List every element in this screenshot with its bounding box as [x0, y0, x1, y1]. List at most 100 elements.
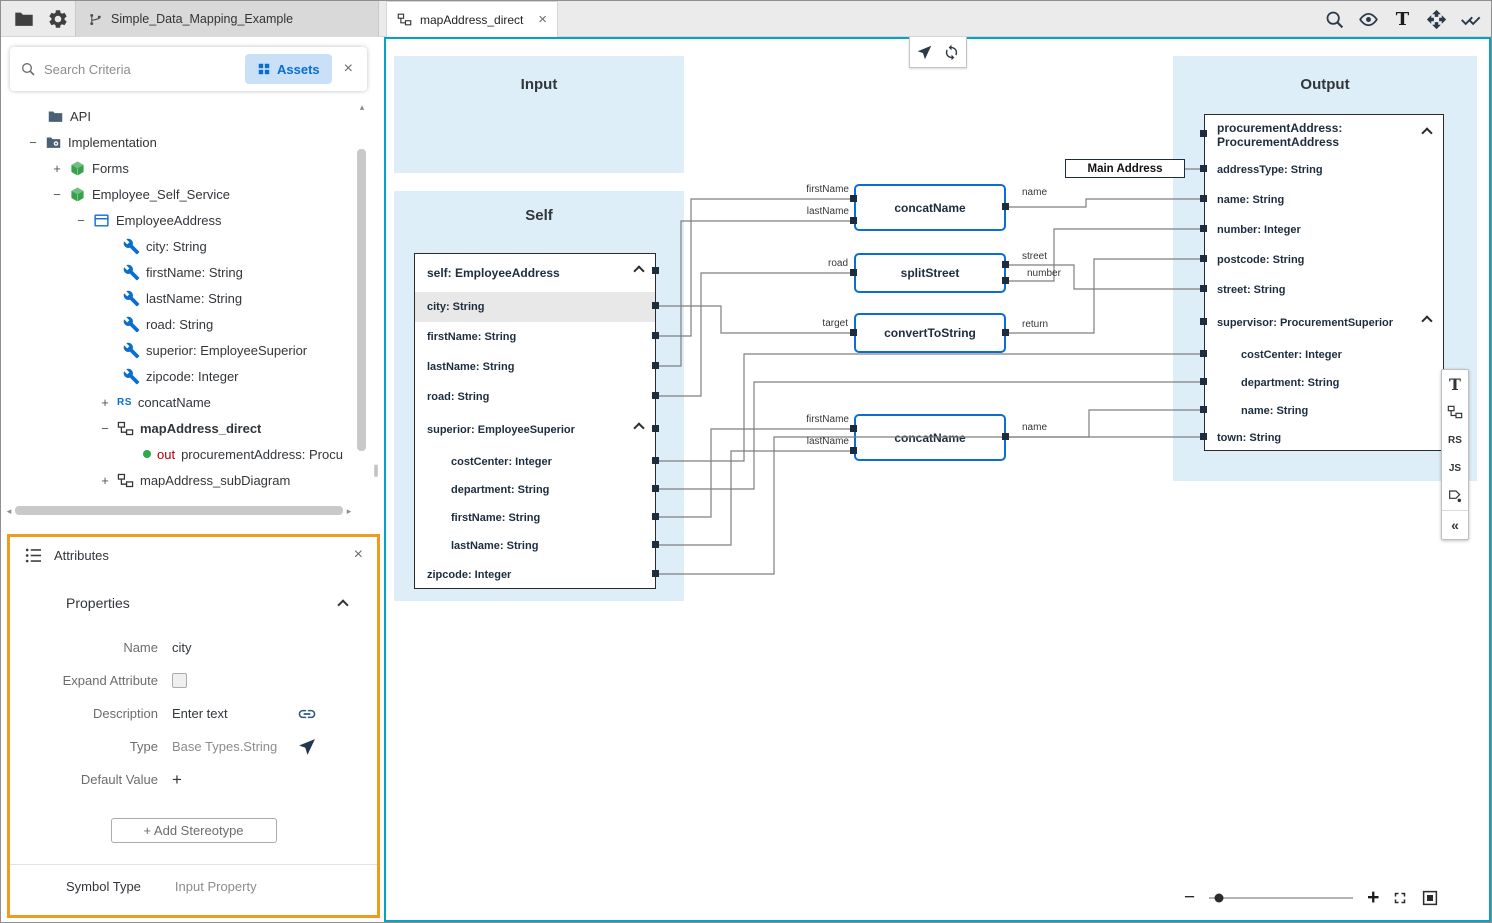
collapse-toggle[interactable]: −	[27, 135, 39, 150]
sidebar-splitter-handle[interactable]: ∥	[373, 463, 379, 477]
navigate-icon[interactable]	[916, 44, 933, 61]
rs-script-tool-icon[interactable]: RS	[1442, 426, 1468, 454]
tree-item-api[interactable]: API	[1, 103, 353, 129]
self-row-road[interactable]: road: String	[415, 382, 655, 412]
self-row-superior-firstname[interactable]: firstName: String	[415, 504, 655, 532]
mapping-canvas[interactable]: Input Self Output self: EmployeeAddress …	[384, 37, 1491, 922]
self-row-department[interactable]: department: String	[415, 476, 655, 504]
chevron-up-icon[interactable]	[633, 422, 644, 433]
output-row-costcenter[interactable]: costCenter: Integer	[1205, 341, 1443, 369]
refresh-sync-icon[interactable]	[943, 44, 960, 61]
tab-close-icon[interactable]: ×	[538, 11, 547, 28]
properties-section-header[interactable]: Properties	[10, 573, 377, 617]
output-row-street[interactable]: street: String	[1205, 275, 1443, 305]
add-default-value-icon[interactable]: +	[172, 770, 182, 790]
function-node-splitstreet[interactable]: splitStreet	[854, 253, 1006, 293]
collapse-toolbar-icon[interactable]: «	[1442, 511, 1468, 539]
output-row-number[interactable]: number: Integer	[1205, 215, 1443, 245]
move-pan-icon[interactable]	[1426, 9, 1447, 30]
scroll-right-icon[interactable]: ▸	[343, 505, 355, 517]
assets-filter-button[interactable]: Assets	[245, 54, 332, 84]
scroll-left-icon[interactable]: ◂	[3, 505, 15, 517]
tree-item-attr-road[interactable]: road: String	[1, 311, 353, 337]
self-employeeaddress-node[interactable]: self: EmployeeAddress city: String first…	[414, 253, 656, 589]
preview-eye-icon[interactable]	[1358, 9, 1379, 30]
self-row-zipcode[interactable]: zipcode: Integer	[415, 560, 655, 590]
output-procurementaddress-node[interactable]: procurementAddress: ProcurementAddress a…	[1204, 114, 1444, 451]
text-tool-icon[interactable]: T	[1392, 9, 1413, 30]
function-node-concatname-2[interactable]: concatName	[854, 414, 1006, 461]
type-value[interactable]: Base Types.String	[172, 739, 277, 754]
project-folder-icon[interactable]	[13, 8, 35, 30]
zoom-out-icon[interactable]: −	[1184, 889, 1195, 907]
output-row-supervisor[interactable]: supervisor: ProcurementSuperior	[1205, 305, 1443, 341]
chevron-up-icon[interactable]	[337, 599, 348, 610]
output-row-town[interactable]: town: String	[1205, 425, 1443, 452]
project-tab[interactable]: Simple_Data_Mapping_Example	[75, 1, 379, 37]
fullscreen-icon[interactable]	[1391, 889, 1409, 907]
clear-search-icon[interactable]: ×	[340, 60, 357, 78]
expand-toggle[interactable]: +	[51, 161, 63, 176]
zoom-slider[interactable]	[1207, 890, 1355, 906]
add-stereotype-button[interactable]: + Add Stereotype	[111, 818, 277, 843]
decision-tool-icon[interactable]	[1442, 482, 1468, 510]
scroll-up-icon[interactable]: ▴	[356, 101, 368, 113]
vertical-scroll-thumb[interactable]	[357, 149, 366, 451]
validate-checks-icon[interactable]	[1460, 9, 1481, 30]
document-tab[interactable]: mapAddress_direct ×	[386, 1, 558, 37]
self-node-header[interactable]: self: EmployeeAddress	[415, 254, 655, 292]
function-node-converttostring[interactable]: convertToString	[854, 313, 1006, 353]
output-row-department[interactable]: department: String	[1205, 369, 1443, 397]
tree-item-mapaddress-subdiagram[interactable]: + mapAddress_subDiagram	[1, 467, 353, 493]
search-input[interactable]	[44, 62, 237, 77]
self-row-superior[interactable]: superior: EmployeeSuperior	[415, 412, 655, 448]
text-tool-icon[interactable]: T	[1442, 370, 1468, 398]
collapse-toggle[interactable]: −	[99, 421, 111, 436]
self-row-superior-lastname[interactable]: lastName: String	[415, 532, 655, 560]
zoom-in-icon[interactable]: +	[1367, 889, 1379, 907]
collapse-toggle[interactable]: −	[75, 213, 87, 228]
link-icon[interactable]	[297, 704, 317, 724]
chevron-up-icon[interactable]	[1421, 127, 1432, 138]
output-row-postcode[interactable]: postcode: String	[1205, 245, 1443, 275]
expand-toggle[interactable]: +	[99, 395, 111, 410]
navigate-to-type-icon[interactable]	[297, 737, 317, 757]
tree-item-attr-firstname[interactable]: firstName: String	[1, 259, 353, 285]
output-row-addresstype[interactable]: addressType: String	[1205, 155, 1443, 185]
chevron-up-icon[interactable]	[1421, 315, 1432, 326]
self-row-lastname[interactable]: lastName: String	[415, 352, 655, 382]
tree-vertical-scrollbar[interactable]: ▴ ▾	[356, 101, 368, 553]
tree-item-concatname[interactable]: + RS concatName	[1, 389, 353, 415]
tree-item-out-procurementaddress[interactable]: out procurementAddress: Procu	[1, 441, 353, 467]
output-row-supervisor-name[interactable]: name: String	[1205, 397, 1443, 425]
tree-item-attr-zipcode[interactable]: zipcode: Integer	[1, 363, 353, 389]
subdiagram-tool-icon[interactable]	[1442, 398, 1468, 426]
search-icon[interactable]	[1324, 9, 1345, 30]
collapse-toggle[interactable]: −	[51, 187, 63, 202]
constant-node-main-address[interactable]: Main Address	[1065, 159, 1185, 178]
settings-gear-icon[interactable]	[47, 8, 69, 30]
self-row-costcenter[interactable]: costCenter: Integer	[415, 448, 655, 476]
self-row-city[interactable]: city: String	[415, 292, 655, 322]
close-panel-icon[interactable]: ×	[354, 546, 363, 564]
tree-item-implementation[interactable]: − Implementation	[1, 129, 353, 155]
expand-toggle[interactable]: +	[99, 473, 111, 488]
self-row-firstname[interactable]: firstName: String	[415, 322, 655, 352]
chevron-up-icon[interactable]	[633, 265, 644, 276]
tree-horizontal-scrollbar[interactable]: ◂ ▸	[3, 505, 355, 517]
tree-item-attr-lastname[interactable]: lastName: String	[1, 285, 353, 311]
tree-item-attr-superior[interactable]: superior: EmployeeSuperior	[1, 337, 353, 363]
output-row-name[interactable]: name: String	[1205, 185, 1443, 215]
output-node-header[interactable]: procurementAddress: ProcurementAddress	[1205, 115, 1443, 155]
tree-item-mapaddress-direct[interactable]: − mapAddress_direct	[1, 415, 353, 441]
expand-attribute-checkbox[interactable]	[172, 673, 187, 688]
horizontal-scroll-thumb[interactable]	[15, 506, 343, 515]
tree-item-employee-self-service[interactable]: − Employee_Self_Service	[1, 181, 353, 207]
tree-item-forms[interactable]: + Forms	[1, 155, 353, 181]
function-node-concatname-1[interactable]: concatName	[854, 184, 1006, 231]
description-value[interactable]: Enter text	[172, 706, 228, 721]
tree-item-attr-city[interactable]: city: String	[1, 233, 353, 259]
fit-to-frame-icon[interactable]	[1421, 889, 1439, 907]
js-script-tool-icon[interactable]: JS	[1442, 454, 1468, 482]
name-value[interactable]: city	[172, 640, 192, 655]
